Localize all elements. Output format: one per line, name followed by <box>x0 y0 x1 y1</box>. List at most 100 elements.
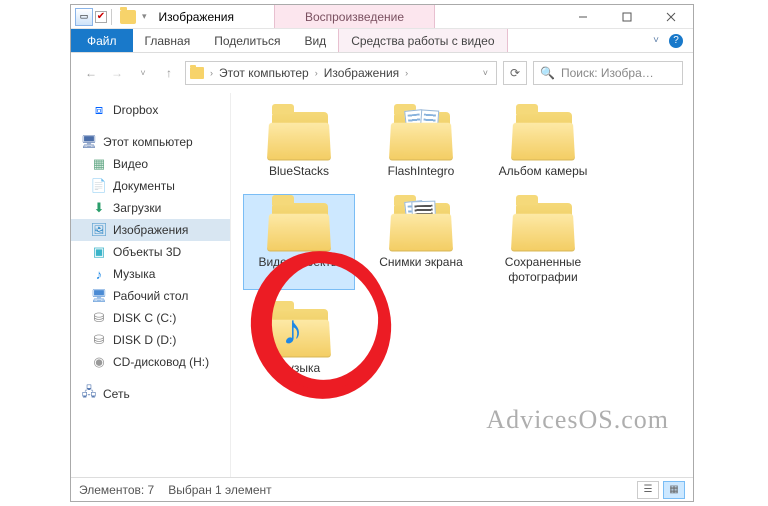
breadcrumb-pictures[interactable]: Изображения <box>324 66 399 80</box>
folder-icon <box>508 199 578 251</box>
item-label: Альбом камеры <box>499 164 588 179</box>
nav-network[interactable]: 🖧 Сеть <box>71 383 230 405</box>
chevron-right-icon[interactable]: › <box>403 68 410 78</box>
nav-label: Объекты 3D <box>113 245 181 259</box>
nav-pictures[interactable]: 🖼 Изображения <box>71 219 230 241</box>
nav-label: Сеть <box>103 387 130 401</box>
nav-3d-objects[interactable]: ▣ Объекты 3D <box>71 241 230 263</box>
help-icon[interactable]: ? <box>669 34 683 48</box>
maximize-icon <box>622 12 632 22</box>
ribbon-tabs: Файл Главная Поделиться Вид Средства раб… <box>71 29 693 53</box>
item-label: FlashIntegro <box>388 164 455 179</box>
nav-label: Этот компьютер <box>103 135 193 149</box>
download-icon: ⬇ <box>91 200 107 216</box>
folder-flashintegro[interactable]: FlashIntegro <box>365 103 477 184</box>
ribbon-right: ˅ ? <box>653 29 693 52</box>
document-icon: 📄 <box>91 178 107 194</box>
nav-dropbox[interactable]: ⧈ Dropbox <box>71 99 230 121</box>
address-bar[interactable]: › Этот компьютер › Изображения › ˅ <box>185 61 497 85</box>
explorer-icon[interactable]: ▭ <box>75 8 93 26</box>
music-icon: ♪ <box>91 266 107 282</box>
context-category-tab[interactable]: Воспроизведение <box>274 5 435 28</box>
video-icon: ▦ <box>91 156 107 172</box>
folder-icon <box>386 108 456 160</box>
tab-home[interactable]: Главная <box>133 29 203 52</box>
nav-label: DISK D (D:) <box>113 333 176 347</box>
folder-video-projects[interactable]: Видеопроекты <box>243 194 355 290</box>
up-button[interactable]: ↑ <box>159 63 179 83</box>
tab-file[interactable]: Файл <box>71 29 133 52</box>
minimize-button[interactable] <box>561 5 605 28</box>
recent-dropdown[interactable]: ˅ <box>133 63 153 83</box>
nav-music[interactable]: ♪ Музыка <box>71 263 230 285</box>
tab-share[interactable]: Поделиться <box>202 29 292 52</box>
folder-icon: ♪ <box>264 305 334 357</box>
view-details-button[interactable]: ☰ <box>637 481 659 499</box>
music-note-icon: ♪ <box>282 309 303 351</box>
status-count: Элементов: 7 <box>79 483 154 497</box>
item-label: BlueStacks <box>269 164 329 179</box>
nav-label: Рабочий стол <box>113 289 188 303</box>
disk-icon: ⛁ <box>91 332 107 348</box>
maximize-button[interactable] <box>605 5 649 28</box>
folder-icon <box>190 67 204 79</box>
address-dropdown-icon[interactable]: ˅ <box>483 68 492 78</box>
window-title: Изображения <box>151 5 234 28</box>
folder-music[interactable]: ♪ Музыка <box>243 300 355 381</box>
nav-videos[interactable]: ▦ Видео <box>71 153 230 175</box>
refresh-button[interactable]: ⟳ <box>503 61 527 85</box>
breadcrumb-this-pc[interactable]: Этот компьютер <box>219 66 309 80</box>
chevron-right-icon[interactable]: › <box>313 68 320 78</box>
collapse-ribbon-icon[interactable]: ˅ <box>653 35 659 46</box>
folder-icon <box>508 108 578 160</box>
explorer-window: ▭ ✔ ▾ Изображения Воспроизведение Файл Г… <box>70 4 694 502</box>
body: ⧈ Dropbox 🖥 Этот компьютер ▦ Видео 📄 Док… <box>71 93 693 477</box>
computer-icon: 🖥 <box>81 134 97 150</box>
tab-video-tools[interactable]: Средства работы с видео <box>338 29 507 52</box>
nav-downloads[interactable]: ⬇ Загрузки <box>71 197 230 219</box>
minimize-icon <box>578 12 588 22</box>
nav-cd-drive[interactable]: ◉ CD-дисковод (H:) <box>71 351 230 373</box>
quick-access-toolbar: ▭ ✔ ▾ <box>71 5 151 28</box>
nav-desktop[interactable]: 🖥 Рабочий стол <box>71 285 230 307</box>
folder-icon <box>120 10 136 24</box>
dropbox-icon: ⧈ <box>91 102 107 118</box>
folder-screenshots[interactable]: Снимки экрана <box>365 194 477 290</box>
view-icons-button[interactable]: ▦ <box>663 481 685 499</box>
nav-documents[interactable]: 📄 Документы <box>71 175 230 197</box>
desktop-icon: 🖥 <box>91 288 107 304</box>
chevron-right-icon[interactable]: › <box>208 68 215 78</box>
folder-bluestacks[interactable]: BlueStacks <box>243 103 355 184</box>
forward-button[interactable]: → <box>107 63 127 83</box>
folder-camera-album[interactable]: Альбом камеры <box>487 103 599 184</box>
nav-disk-c[interactable]: ⛁ DISK C (C:) <box>71 307 230 329</box>
close-icon <box>666 12 676 22</box>
folder-icon <box>386 199 456 251</box>
folder-icon <box>264 199 334 251</box>
tab-view[interactable]: Вид <box>292 29 338 52</box>
back-button[interactable]: ← <box>81 63 101 83</box>
address-bar-row: ← → ˅ ↑ › Этот компьютер › Изображения ›… <box>71 53 693 93</box>
content-area[interactable]: BlueStacks FlashIntegro Альбом камеры <box>231 93 693 477</box>
nav-label: Загрузки <box>113 201 161 215</box>
item-label: Сохраненные фотографии <box>492 255 594 285</box>
qat-dropdown-icon[interactable]: ▾ <box>142 11 147 22</box>
status-selected: Выбран 1 элемент <box>168 483 271 497</box>
title-bar: ▭ ✔ ▾ Изображения Воспроизведение <box>71 5 693 29</box>
objects3d-icon: ▣ <box>91 244 107 260</box>
navigation-pane[interactable]: ⧈ Dropbox 🖥 Этот компьютер ▦ Видео 📄 Док… <box>71 93 231 477</box>
item-label: Видеопроекты <box>258 255 339 270</box>
nav-disk-d[interactable]: ⛁ DISK D (D:) <box>71 329 230 351</box>
close-button[interactable] <box>649 5 693 28</box>
folder-saved-photos[interactable]: Сохраненные фотографии <box>487 194 599 290</box>
nav-this-pc[interactable]: 🖥 Этот компьютер <box>71 131 230 153</box>
network-icon: 🖧 <box>81 386 97 402</box>
search-box[interactable]: 🔍 Поиск: Изобра… <box>533 61 683 85</box>
status-bar: Элементов: 7 Выбран 1 элемент ☰ ▦ <box>71 477 693 501</box>
nav-label: Dropbox <box>113 103 158 117</box>
item-label: Музыка <box>278 361 320 376</box>
qat-separator <box>111 9 112 25</box>
window-controls <box>561 5 693 28</box>
pinned-checkbox[interactable]: ✔ <box>95 11 107 23</box>
search-icon: 🔍 <box>540 66 555 80</box>
